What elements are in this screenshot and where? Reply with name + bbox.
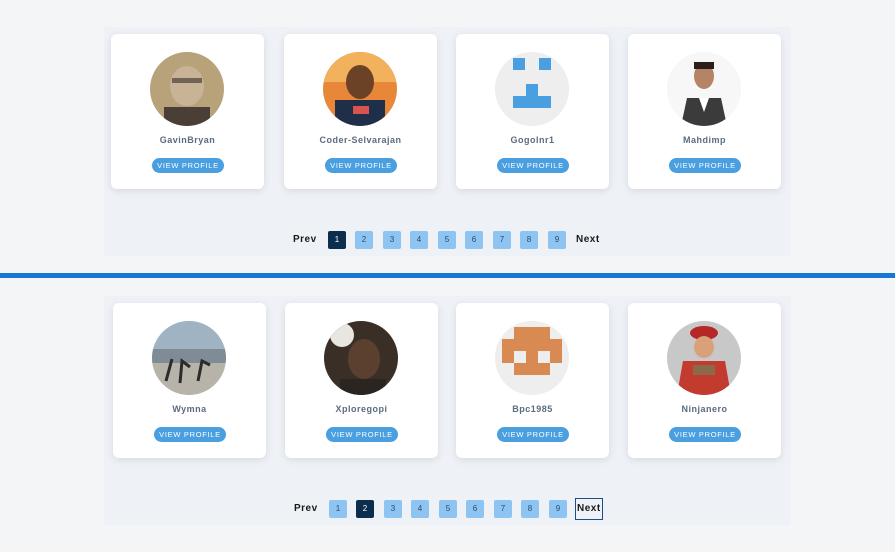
users-grid-page-1: GavinBryan VIEW PROFILE Coder-Selvarajan… [104,27,791,256]
prev-button[interactable]: Prev [294,499,318,519]
page-button-8[interactable]: 8 [521,500,539,518]
page-button-8[interactable]: 8 [520,231,538,249]
page-button-9[interactable]: 9 [548,231,566,249]
view-profile-button[interactable]: VIEW PROFILE [497,427,569,442]
next-button[interactable]: Next [575,498,603,520]
pagination: Prev 1 2 3 4 5 6 7 8 9 Next [104,230,791,250]
username: Xploregopi [335,404,388,414]
page-button-6[interactable]: 6 [466,500,484,518]
view-profile-button[interactable]: VIEW PROFILE [152,158,224,173]
user-card: Xploregopi VIEW PROFILE [285,303,438,458]
username: Wymna [172,404,207,414]
page-button-5[interactable]: 5 [438,231,456,249]
view-profile-button[interactable]: VIEW PROFILE [669,427,741,442]
view-profile-button[interactable]: VIEW PROFILE [325,158,397,173]
view-profile-button[interactable]: VIEW PROFILE [154,427,226,442]
user-card: Coder-Selvarajan VIEW PROFILE [284,34,437,189]
user-card: GavinBryan VIEW PROFILE [111,34,264,189]
page-button-6[interactable]: 6 [465,231,483,249]
page-button-4[interactable]: 4 [410,231,428,249]
page-button-2[interactable]: 2 [355,231,373,249]
username: Gogolnr1 [510,135,555,145]
page-button-1[interactable]: 1 [328,231,346,249]
user-avatar [150,52,224,126]
page-button-5[interactable]: 5 [439,500,457,518]
user-card: Mahdimp VIEW PROFILE [628,34,781,189]
user-card: Bpc1985 VIEW PROFILE [456,303,609,458]
view-profile-button[interactable]: VIEW PROFILE [326,427,398,442]
page-button-3[interactable]: 3 [384,500,402,518]
user-avatar [667,52,741,126]
user-card: Wymna VIEW PROFILE [113,303,266,458]
page-button-4[interactable]: 4 [411,500,429,518]
user-avatar [152,321,226,395]
username: Coder-Selvarajan [319,135,402,145]
page-button-2[interactable]: 2 [356,500,374,518]
prev-button[interactable]: Prev [293,230,317,250]
username: Mahdimp [683,135,726,145]
view-profile-button[interactable]: VIEW PROFILE [497,158,569,173]
user-avatar [495,52,569,126]
page-button-7[interactable]: 7 [493,231,511,249]
page-button-9[interactable]: 9 [549,500,567,518]
page-button-7[interactable]: 7 [494,500,512,518]
user-avatar [324,321,398,395]
user-avatar [495,321,569,395]
username: Ninjanero [681,404,728,414]
users-grid-page-2: Wymna VIEW PROFILE Xploregopi VIEW PROFI… [104,296,791,525]
view-profile-button[interactable]: VIEW PROFILE [669,158,741,173]
user-card: Ninjanero VIEW PROFILE [628,303,781,458]
user-avatar [667,321,741,395]
username: Bpc1985 [512,404,553,414]
page-button-3[interactable]: 3 [383,231,401,249]
user-avatar [323,52,397,126]
username: GavinBryan [159,135,216,145]
user-card: Gogolnr1 VIEW PROFILE [456,34,609,189]
page-button-1[interactable]: 1 [329,500,347,518]
pagination: Prev 1 2 3 4 5 6 7 8 9 Next [104,498,791,520]
next-button[interactable]: Next [576,230,600,250]
section-divider [0,273,895,278]
